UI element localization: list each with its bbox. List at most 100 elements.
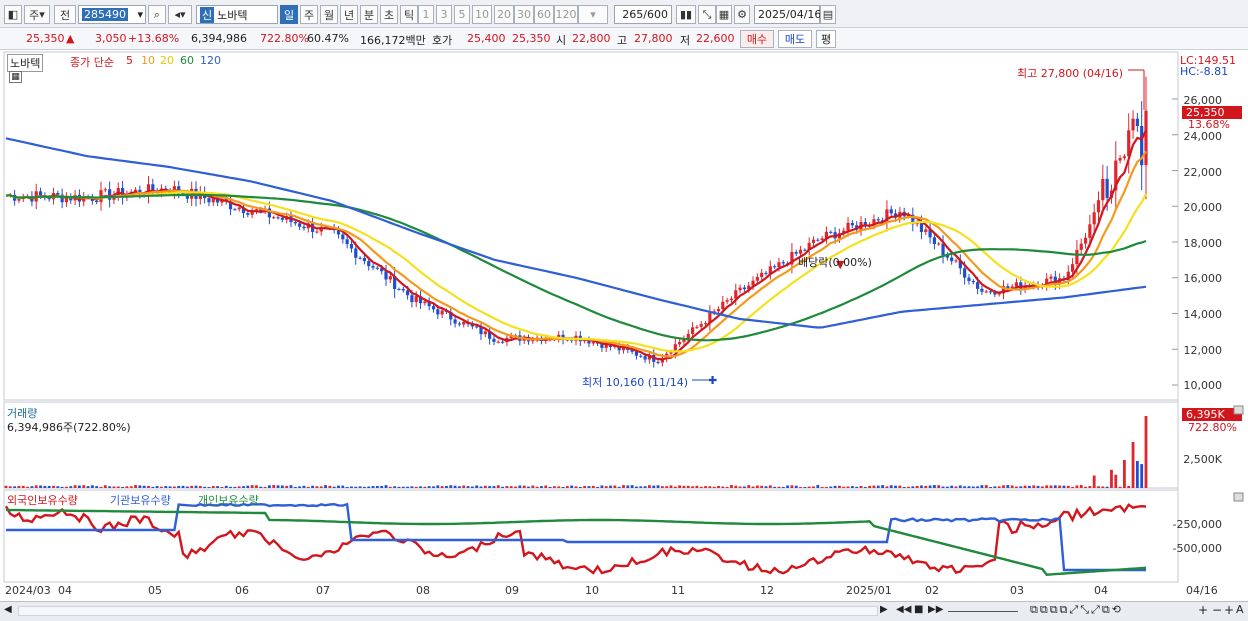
volume-bar (134, 485, 137, 488)
legend-stock-name[interactable]: 노바텍 (7, 54, 44, 72)
volume-bar (164, 486, 168, 488)
volume-bar (13, 486, 17, 488)
volume-bar (173, 486, 176, 488)
volume-bar (574, 486, 578, 488)
legend-ma120[interactable]: 120 (200, 54, 221, 67)
volume-bar (116, 486, 120, 488)
forward-icon[interactable]: ▶▶ (928, 604, 943, 615)
volume-panel-close-icon[interactable] (1233, 405, 1244, 415)
candle-body (954, 260, 958, 262)
legend-ma5[interactable]: 5 (126, 54, 133, 67)
candle-body (1049, 276, 1053, 279)
volume-bar (760, 485, 764, 488)
legend-ma-prefix: 종가 단순 (70, 56, 114, 69)
volume-bar (669, 485, 673, 488)
volume-bar (458, 486, 461, 488)
stock-chart[interactable]: ✚ ▼ (0, 0, 1248, 621)
volume-bar (1019, 486, 1023, 488)
volume-bar (427, 486, 431, 488)
ma-line-20 (5, 190, 1147, 353)
volume-bar (1127, 485, 1131, 488)
holder-panel-close-icon[interactable] (1233, 492, 1244, 502)
legend-institution[interactable]: 기관보유수량 (110, 492, 171, 508)
candle-body (729, 298, 734, 301)
x-label-04-16: 04/16 (1186, 584, 1218, 597)
candle-body (738, 287, 742, 291)
volume-bar (1036, 485, 1040, 488)
volume-bar (967, 486, 971, 488)
volume-bar (980, 485, 984, 488)
volume-bar (509, 486, 513, 488)
candle-body (639, 355, 643, 357)
candle-body (1092, 212, 1096, 225)
volume-bar (380, 485, 384, 488)
plus-icon[interactable]: + (1224, 603, 1234, 617)
volume-bar (1040, 486, 1044, 488)
volume-bar (768, 485, 772, 488)
volume-bar (276, 485, 280, 488)
legend-individual[interactable]: 개인보유수량 (198, 492, 259, 508)
rewind-icon[interactable]: ◀◀ (896, 604, 911, 615)
volume-bar (738, 486, 742, 488)
table-icon[interactable]: ▦ (9, 71, 22, 83)
candle-body (405, 290, 410, 296)
candle-body (414, 296, 418, 303)
volume-bar (544, 485, 548, 488)
volume-bar (527, 486, 530, 488)
volume-bar (1079, 485, 1083, 488)
volume-bar (691, 486, 694, 488)
volume-bar (894, 485, 897, 488)
volume-bar (345, 486, 349, 488)
volume-bar (648, 485, 651, 488)
volume-bar (781, 486, 785, 488)
volume-bar (630, 485, 634, 488)
legend-ma10[interactable]: 10 (141, 54, 155, 67)
volume-bar (1140, 464, 1144, 488)
y-tick-18000: 18,000 (1183, 237, 1223, 250)
candle-body (980, 288, 984, 292)
scroll-left-icon[interactable]: ◀ (4, 604, 12, 615)
x-label-2024-03: 2024/03 (5, 584, 51, 597)
zoom-slider[interactable] (948, 611, 1018, 612)
legend-foreign[interactable]: 외국인보유수량 (7, 492, 78, 508)
holder-y-tick-1: -250,000 (1172, 518, 1222, 531)
x-label-05: 05 (148, 584, 162, 597)
legend-ma60[interactable]: 60 (180, 54, 194, 67)
ma-line-10 (5, 150, 1147, 358)
y-tick-20000: 20,000 (1183, 201, 1223, 214)
volume-bar (147, 485, 150, 488)
candle-body (764, 272, 768, 274)
zoom-in-icon[interactable]: + (1198, 603, 1208, 617)
volume-bar (194, 485, 198, 488)
candle-body (453, 319, 457, 324)
low-note: 최저 10,160 (11/14) (582, 376, 689, 389)
volume-bar (324, 485, 327, 488)
scrollbar-track[interactable] (18, 606, 878, 616)
volume-bar (337, 485, 340, 488)
volume-bar (565, 486, 569, 488)
volume-bar (885, 486, 889, 488)
volume-bar (1058, 485, 1062, 488)
volume-bar (492, 486, 496, 488)
stop-icon[interactable]: ■ (914, 604, 923, 615)
volume-bar (432, 486, 435, 488)
zoom-out-icon[interactable]: − (1212, 603, 1222, 617)
tool-icons[interactable]: ⧉⧉⧉⧉⤢⤡⤢⧉⟲ (1030, 603, 1123, 617)
x-label-11: 11 (671, 584, 685, 597)
volume-bar (898, 485, 902, 488)
legend-ma20[interactable]: 20 (160, 54, 174, 67)
holder-y-tick-2: -500,000 (1172, 542, 1222, 555)
font-icon[interactable]: A (1236, 603, 1244, 616)
candle-body (388, 276, 392, 280)
volume-bar (319, 486, 323, 488)
candle-body (742, 287, 747, 290)
candle-body (678, 341, 682, 345)
volume-bar (39, 485, 42, 488)
volume-bar (622, 485, 625, 488)
candle-body (280, 217, 284, 220)
volume-bar (142, 485, 146, 488)
volume-bar (855, 486, 859, 488)
volume-bar (643, 486, 647, 488)
volume-bar (609, 485, 612, 488)
scroll-right-icon[interactable]: ▶ (880, 604, 888, 615)
